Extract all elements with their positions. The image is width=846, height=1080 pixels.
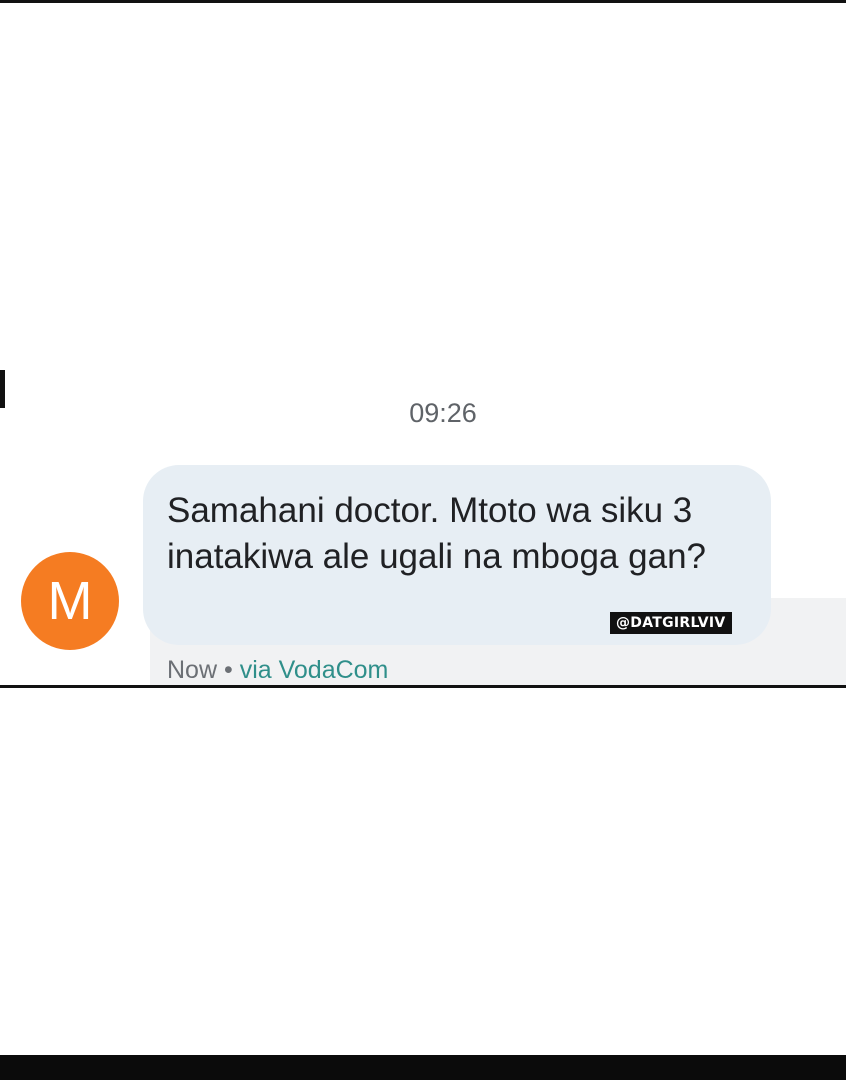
watermark-label: @DATGIRLVIV (610, 612, 732, 634)
carrier-label: via VodaCom (239, 656, 389, 684)
meta-separator: • (223, 656, 233, 684)
message-status: Now (167, 656, 218, 684)
message-meta: Now • via VodaCom (167, 655, 388, 685)
thread-time-header: 09:26 (409, 398, 477, 428)
sender-avatar[interactable]: M (21, 552, 119, 650)
bottom-black-bar (0, 1055, 846, 1080)
message-text: Samahani doctor. Mtoto wa siku 3 inataki… (167, 491, 706, 576)
top-frame-border (0, 0, 846, 3)
bottom-frame-border (0, 685, 846, 688)
